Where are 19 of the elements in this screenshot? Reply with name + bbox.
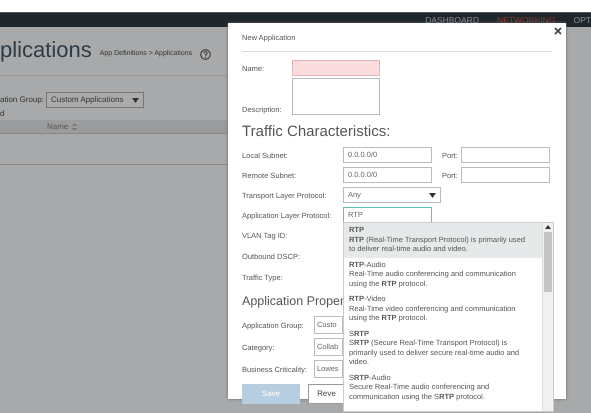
scrollbar-thumb[interactable] [544, 232, 552, 292]
port-field[interactable] [461, 147, 550, 164]
section-heading: Traffic Characteristics: [242, 123, 392, 142]
revert-button[interactable]: Reve [308, 384, 345, 404]
description-field[interactable] [292, 78, 380, 116]
page-title: plications [0, 37, 92, 63]
close-icon[interactable] [554, 27, 562, 35]
help-icon[interactable] [200, 48, 212, 60]
name-field[interactable] [292, 60, 380, 76]
caret-icon [429, 192, 436, 198]
caret-icon [132, 98, 139, 102]
nav-tab[interactable]: OPT [574, 13, 591, 27]
scrollbar[interactable] [542, 223, 553, 411]
group-select[interactable]: Custom Applications [46, 92, 144, 108]
sort-icon[interactable] [72, 122, 78, 130]
group-label: ation Group: [0, 94, 44, 106]
port-field[interactable] [461, 167, 550, 184]
page-text: d [0, 108, 6, 120]
section-heading: Application Proper [242, 293, 342, 310]
